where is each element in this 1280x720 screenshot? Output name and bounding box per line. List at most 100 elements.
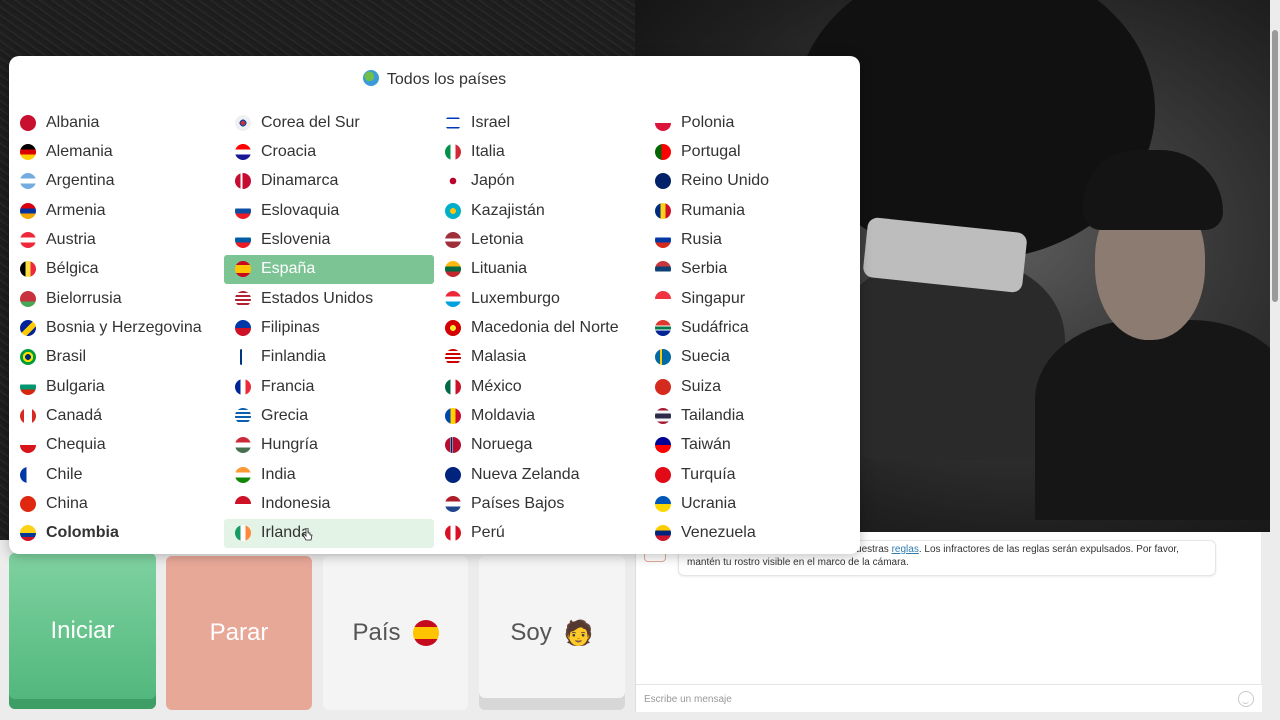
country-option[interactable]: Letonia: [434, 225, 644, 254]
country-option[interactable]: Dinamarca: [224, 167, 434, 196]
flag-icon: [235, 143, 251, 160]
country-option[interactable]: Perú: [434, 519, 644, 548]
country-name: Hungría: [261, 436, 318, 454]
country-option[interactable]: Rumania: [644, 196, 854, 225]
country-option[interactable]: Canadá: [9, 401, 219, 430]
country-option[interactable]: Serbia: [644, 255, 854, 284]
country-option[interactable]: Italia: [434, 137, 644, 166]
flag-icon: [655, 437, 671, 454]
country-name: Bosnia y Herzegovina: [46, 318, 202, 336]
country-name: Polonia: [681, 113, 735, 131]
country-option[interactable]: Portugal: [644, 137, 854, 166]
country-option[interactable]: Polonia: [644, 108, 854, 137]
country-option[interactable]: Rusia: [644, 225, 854, 254]
flag-icon: [655, 173, 671, 190]
page-scrollbar[interactable]: [1272, 30, 1278, 302]
country-option[interactable]: Bosnia y Herzegovina: [9, 313, 219, 342]
gender-button[interactable]: Soy 🧑: [479, 556, 625, 710]
rules-link[interactable]: reglas: [892, 544, 919, 555]
country-option[interactable]: Kazajistán: [434, 196, 644, 225]
country-option[interactable]: Hungría: [224, 431, 434, 460]
country-option[interactable]: Moldavia: [434, 401, 644, 430]
country-option[interactable]: Suiza: [644, 372, 854, 401]
country-option[interactable]: Taiwán: [644, 431, 854, 460]
country-name: Finlandia: [261, 348, 326, 366]
video-person: [1035, 150, 1270, 520]
flag-icon: [20, 202, 36, 219]
start-button[interactable]: Iniciar: [9, 553, 156, 709]
country-name: Francia: [261, 377, 315, 395]
country-option[interactable]: Ucrania: [644, 489, 854, 518]
country-option[interactable]: Chequia: [9, 431, 219, 460]
flag-icon: [655, 231, 671, 248]
country-option[interactable]: México: [434, 372, 644, 401]
country-option[interactable]: Malasia: [434, 343, 644, 372]
country-option[interactable]: Luxemburgo: [434, 284, 644, 313]
country-option[interactable]: Alemania: [9, 137, 219, 166]
country-option[interactable]: Brasil: [9, 343, 219, 372]
country-option[interactable]: Eslovenia: [224, 225, 434, 254]
flag-icon: [655, 525, 671, 542]
country-option[interactable]: Turquía: [644, 460, 854, 489]
country-option[interactable]: Argentina: [9, 167, 219, 196]
country-option[interactable]: España: [224, 254, 434, 284]
country-button[interactable]: País: [323, 556, 468, 710]
country-option[interactable]: Nueva Zelanda: [434, 460, 644, 489]
country-option[interactable]: Austria: [9, 225, 219, 254]
country-name: Portugal: [681, 142, 741, 160]
country-option[interactable]: Francia: [224, 372, 434, 401]
country-name: Macedonia del Norte: [471, 318, 619, 336]
country-option[interactable]: Filipinas: [224, 313, 434, 342]
message-input[interactable]: Escribe un mensaje: [636, 684, 1262, 712]
country-name: Eslovenia: [261, 230, 331, 248]
flag-icon: [20, 231, 36, 248]
country-option[interactable]: Bélgica: [9, 255, 219, 284]
country-option[interactable]: Macedonia del Norte: [434, 313, 644, 342]
country-option[interactable]: Croacia: [224, 137, 434, 166]
country-option[interactable]: Reino Unido: [644, 167, 854, 196]
country-option[interactable]: Armenia: [9, 196, 219, 225]
country-option[interactable]: Estados Unidos: [224, 284, 434, 313]
country-option[interactable]: China: [9, 489, 219, 518]
country-option[interactable]: Colombia: [9, 519, 219, 548]
flag-icon: [235, 378, 251, 395]
country-option[interactable]: Indonesia: [224, 489, 434, 518]
country-option[interactable]: Singapur: [644, 284, 854, 313]
country-column: Albania Alemania Argentina Armenia Austria Bé…: [9, 108, 219, 548]
country-option[interactable]: India: [224, 460, 434, 489]
country-option[interactable]: Países Bajos: [434, 489, 644, 518]
flag-icon: [445, 437, 461, 454]
country-option[interactable]: Japón: [434, 167, 644, 196]
emoji-icon[interactable]: [1238, 691, 1254, 707]
country-name: Rumania: [681, 201, 746, 219]
country-name: Japón: [471, 172, 515, 190]
country-option[interactable]: Chile: [9, 460, 219, 489]
country-name: Venezuela: [681, 524, 756, 542]
country-option[interactable]: Sudáfrica: [644, 313, 854, 342]
country-option[interactable]: Bielorrusia: [9, 284, 219, 313]
country-option[interactable]: Suecia: [644, 343, 854, 372]
country-option[interactable]: Eslovaquia: [224, 196, 434, 225]
country-name: Rusia: [681, 230, 722, 248]
country-option[interactable]: Noruega: [434, 431, 644, 460]
country-name: España: [261, 260, 316, 278]
stop-button[interactable]: Parar: [166, 556, 312, 710]
country-option[interactable]: Bulgaria: [9, 372, 219, 401]
country-option[interactable]: Grecia: [224, 401, 434, 430]
country-option[interactable]: Israel: [434, 108, 644, 137]
country-option[interactable]: Albania: [9, 108, 219, 137]
country-option[interactable]: Tailandia: [644, 401, 854, 430]
country-name: Lituania: [471, 260, 528, 278]
country-name: Tailandia: [681, 406, 745, 424]
country-option[interactable]: Venezuela: [644, 519, 854, 548]
country-option[interactable]: Irlanda: [224, 518, 434, 548]
country-option[interactable]: Corea del Sur: [224, 108, 434, 137]
flag-icon: [235, 407, 251, 424]
flag-icon: [235, 290, 251, 307]
flag-icon: [20, 290, 36, 307]
country-option[interactable]: Finlandia: [224, 343, 434, 372]
country-name: Bélgica: [46, 260, 99, 278]
flag-icon: [445, 525, 461, 542]
country-option[interactable]: Lituania: [434, 255, 644, 284]
flag-icon: [235, 437, 251, 454]
